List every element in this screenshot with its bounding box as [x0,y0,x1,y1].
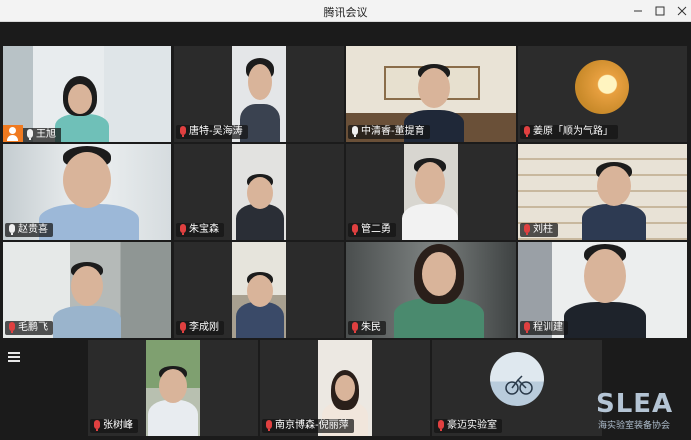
participant-video [402,158,458,240]
video-tile[interactable]: 程训建 [518,242,687,338]
participant-name: 姜原「顺为气路」 [533,126,613,137]
mic-muted-icon[interactable] [438,420,444,431]
bicycle-icon [505,375,533,395]
mic-muted-icon[interactable] [352,322,358,333]
title-bar: 腾讯会议 [0,0,691,22]
video-tile[interactable]: 南京博森-倪丽萍 [260,340,430,436]
video-tile[interactable]: 中清睿-董提育 [346,46,516,142]
participant-name: 程训建 [533,322,563,333]
avatar [575,60,629,114]
participant-name-tag: 刘柱 [520,223,558,237]
participant-name-tag: 朱民 [348,321,386,335]
mic-icon[interactable] [352,126,358,137]
video-tile[interactable]: 朱民 [346,242,516,338]
participant-name: 豪迈实验室 [447,420,497,431]
participant-name-tag: 王旭 [23,128,61,142]
minimize-icon [634,10,642,12]
window-title: 腾讯会议 [323,6,368,19]
mic-muted-icon[interactable] [524,224,530,235]
logo-text: SLEA [596,389,674,419]
participant-name: 张树峰 [103,420,133,431]
video-tile[interactable]: 赵贵喜 [3,144,171,240]
participant-name-tag: 唐特-吴海涛 [176,125,248,139]
video-tile[interactable]: 刘柱 [518,144,687,240]
participant-name-tag: 南京博森-倪丽萍 [262,419,354,433]
participant-name: 毛鹏飞 [18,322,48,333]
video-tile[interactable]: 毛鹏飞 [3,242,171,338]
mic-muted-icon[interactable] [524,322,530,333]
participant-name-tag: 毛鹏飞 [5,321,53,335]
participant-video [236,174,284,240]
participant-video [394,244,484,338]
video-tile[interactable]: 王旭 [3,46,171,142]
participant-name-tag: 程训建 [520,321,568,335]
participant-name: 李成刚 [189,322,219,333]
participant-name-tag: 姜原「顺为气路」 [520,125,618,139]
participant-name: 朱民 [361,322,381,333]
mic-muted-icon[interactable] [524,126,530,137]
video-tile[interactable]: 张树峰 [88,340,258,436]
mic-muted-icon[interactable] [180,224,186,235]
maximize-icon [655,6,665,16]
close-icon [677,6,687,16]
video-tile[interactable]: 唐特-吴海涛 [174,46,344,142]
meeting-window: 腾讯会议 王旭 唐特-吴海涛 中清睿-董提育 姜原「顺为气路」 赵贵喜 朱宝森 … [0,0,691,440]
mic-muted-icon[interactable] [352,224,358,235]
participant-name-tag: 豪迈实验室 [434,419,502,433]
participant-name-tag: 张树峰 [90,419,138,433]
participant-video [564,244,646,338]
participant-name: 朱宝森 [189,224,219,235]
mic-muted-icon[interactable] [180,126,186,137]
watermark-logo: SLEA 海实验室装备协会 [596,389,684,433]
maximize-button[interactable] [651,2,669,20]
minimize-button[interactable] [629,2,647,20]
video-tile[interactable]: 管二勇 [346,144,516,240]
participant-name-tag: 朱宝森 [176,223,224,237]
participant-name: 南京博森-倪丽萍 [275,420,349,431]
participant-name: 刘柱 [533,224,553,235]
participant-video [148,366,198,436]
participant-name: 赵贵喜 [18,224,48,235]
host-badge [3,125,23,142]
participant-name-tag: 管二勇 [348,223,396,237]
mic-muted-icon[interactable] [266,420,272,431]
mic-muted-icon[interactable] [94,420,100,431]
video-tile[interactable]: 朱宝森 [174,144,344,240]
mic-icon[interactable] [27,129,33,140]
mic-muted-icon[interactable] [9,322,15,333]
close-button[interactable] [673,2,691,20]
participant-video [582,162,646,240]
participant-name: 唐特-吴海涛 [189,126,243,137]
video-tile[interactable]: 李成刚 [174,242,344,338]
logo-subtitle: 海实验室装备协会 [598,421,671,431]
avatar [490,352,544,406]
participant-name-tag: 赵贵喜 [5,223,53,237]
participant-name: 管二勇 [361,224,391,235]
video-tile[interactable]: 姜原「顺为气路」 [518,46,687,142]
mic-muted-icon[interactable] [180,322,186,333]
participant-name: 中清睿-董提育 [361,126,425,137]
participant-name-tag: 李成刚 [176,321,224,335]
participant-list-icon[interactable] [8,352,20,362]
participant-video [236,272,284,338]
mic-icon[interactable] [9,224,15,235]
video-tile[interactable]: 豪迈实验室 [432,340,602,436]
participant-video [53,262,121,338]
participant-video [39,146,139,240]
participant-name: 王旭 [36,129,56,140]
participant-name-tag: 中清睿-董提育 [348,125,430,139]
